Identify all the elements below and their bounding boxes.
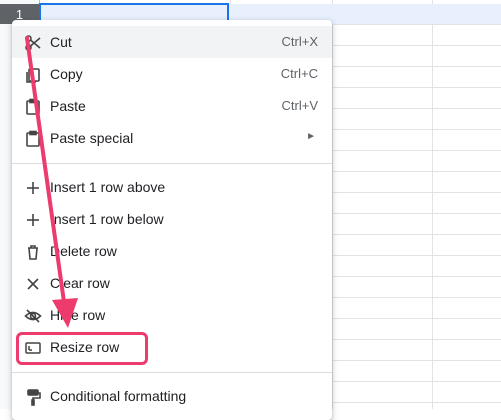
copy-icon: [24, 66, 42, 84]
menu-item-shortcut: Ctrl+C: [280, 66, 318, 81]
plus-icon: [24, 211, 42, 229]
trash-icon: [24, 243, 42, 261]
menu-item-label: Cut: [50, 34, 72, 50]
paint-roller-icon: [24, 388, 42, 406]
scissors-icon: [24, 34, 42, 52]
menu-separator: [12, 372, 332, 373]
menu-item-paste[interactable]: Paste Ctrl+V: [12, 90, 332, 122]
menu-item-cut[interactable]: Cut Ctrl+X: [12, 26, 332, 58]
close-icon: [24, 275, 42, 293]
menu-item-paste-special[interactable]: Paste special ►: [12, 122, 332, 154]
plus-icon: [24, 179, 42, 197]
menu-item-insert-row-above[interactable]: Insert 1 row above: [12, 171, 332, 203]
paste-icon: [24, 98, 42, 116]
menu-item-conditional-formatting[interactable]: Conditional formatting: [12, 380, 332, 412]
menu-item-delete-row[interactable]: Delete row: [12, 235, 332, 267]
menu-item-label: Hide row: [50, 307, 106, 323]
menu-separator: [12, 163, 332, 164]
menu-item-label: Delete row: [50, 243, 117, 259]
menu-item-label: Paste special: [50, 130, 134, 146]
menu-item-hide-row[interactable]: Hide row: [12, 299, 332, 331]
menu-item-label: Insert 1 row below: [50, 211, 164, 227]
menu-item-label: Clear row: [50, 275, 110, 291]
menu-item-copy[interactable]: Copy Ctrl+C: [12, 58, 332, 90]
menu-item-clear-row[interactable]: Clear row: [12, 267, 332, 299]
menu-item-insert-row-below[interactable]: Insert 1 row below: [12, 203, 332, 235]
eye-slash-icon: [24, 307, 42, 325]
menu-item-shortcut: Ctrl+X: [281, 34, 318, 49]
menu-item-shortcut: Ctrl+V: [281, 98, 318, 113]
menu-item-label: Copy: [50, 66, 83, 82]
submenu-arrow-icon: ►: [306, 131, 316, 142]
highlight-box: [16, 332, 148, 365]
menu-item-label: Paste: [50, 98, 86, 114]
menu-item-label: Insert 1 row above: [50, 179, 166, 195]
clipboard-icon: [24, 130, 42, 148]
menu-item-label: Conditional formatting: [50, 388, 187, 404]
